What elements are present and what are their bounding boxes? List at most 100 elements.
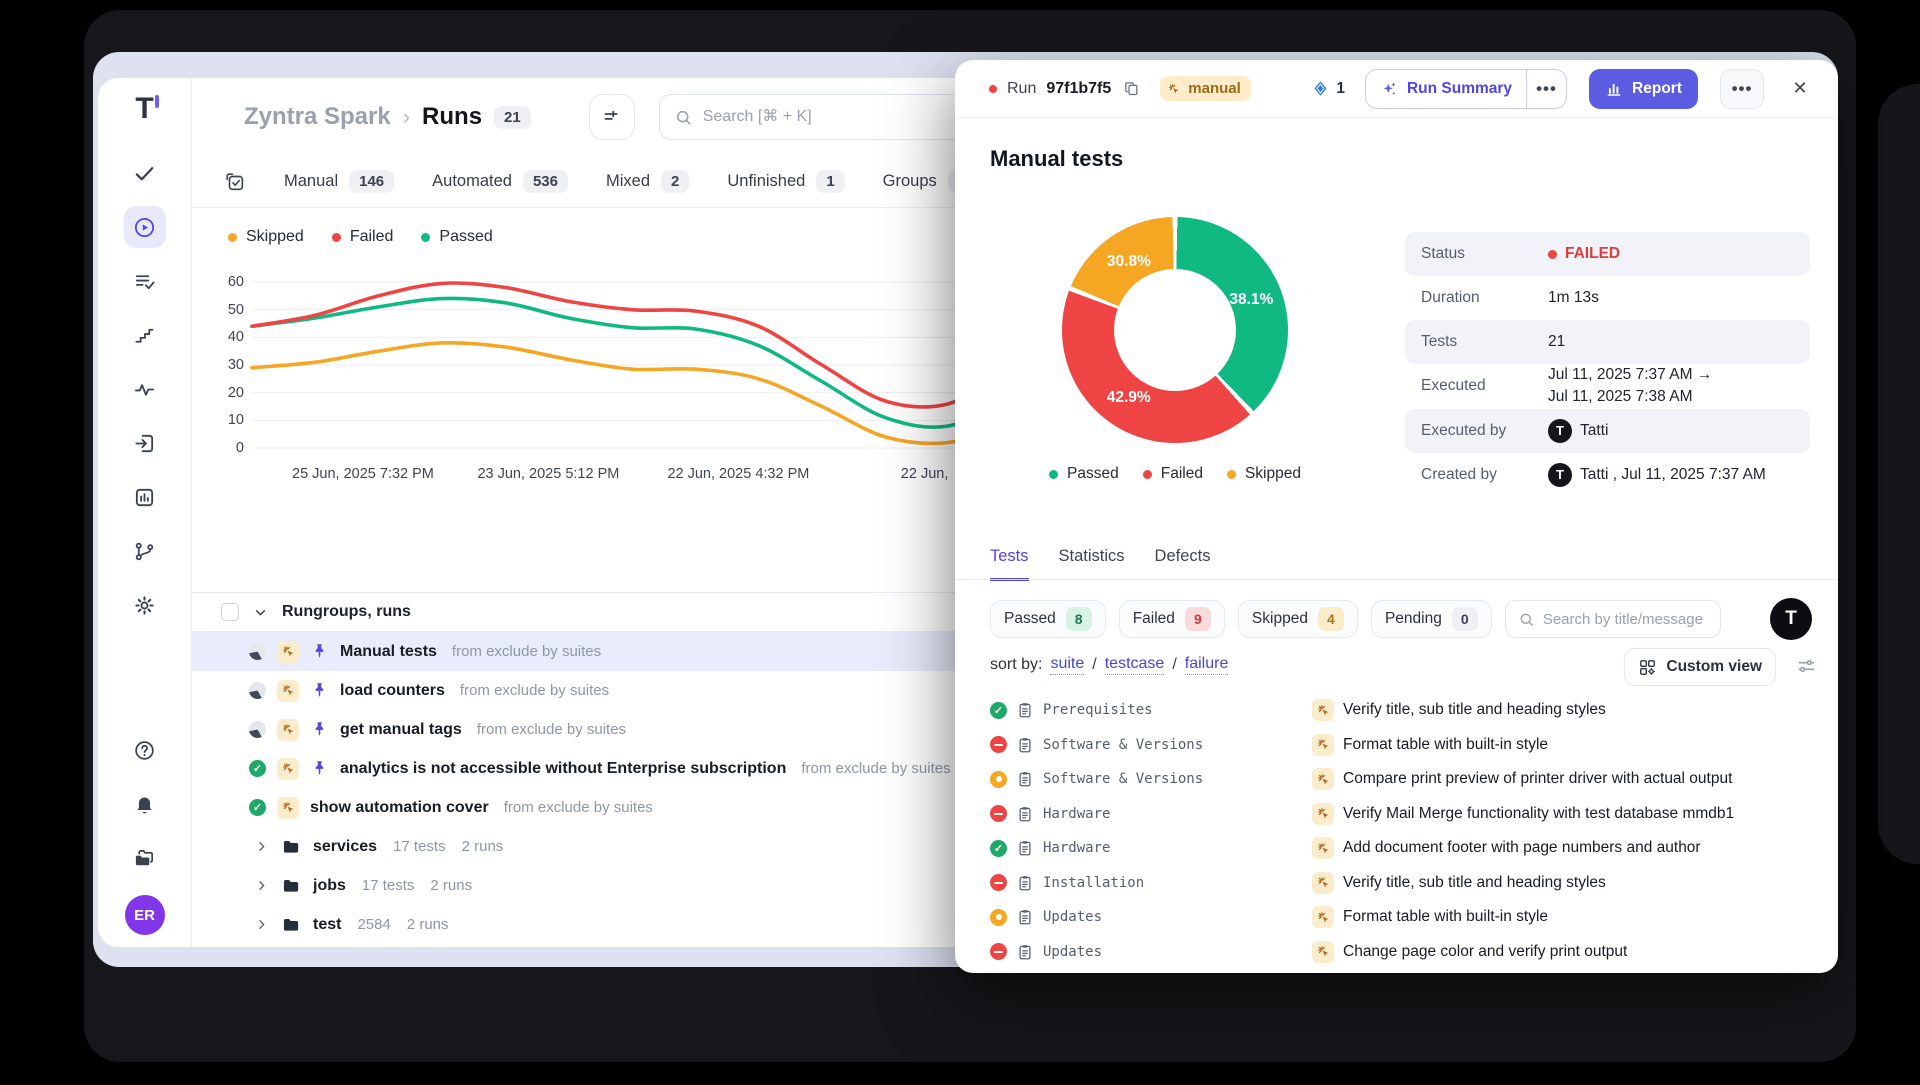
sidebar-item-milestones[interactable]: [124, 314, 166, 356]
assignee-avatar[interactable]: T: [1770, 598, 1812, 640]
test-row[interactable]: Hardware Add document footer with page n…: [990, 831, 1830, 866]
test-row[interactable]: Updates Change page color and verify pri…: [990, 935, 1830, 970]
close-panel-button[interactable]: ✕: [1782, 69, 1818, 109]
run-source: from exclude by suites: [477, 721, 626, 738]
test-row[interactable]: Hardware Verify Mail Merge functionality…: [990, 797, 1830, 832]
test-title[interactable]: Change page color and verify print outpu…: [1343, 943, 1627, 961]
run-type-tab[interactable]: Automated 536: [432, 170, 568, 193]
clipboard-icon: [1016, 736, 1034, 754]
test-status-icon: [990, 874, 1007, 891]
test-suite[interactable]: Hardware: [1043, 806, 1110, 822]
sidebar-item-plans[interactable]: [124, 260, 166, 302]
folder-name[interactable]: jobs: [313, 877, 346, 895]
run-name[interactable]: load counters: [340, 682, 445, 700]
sliders-icon: [1796, 656, 1816, 676]
copy-run-id-button[interactable]: [1123, 80, 1140, 97]
folder-tests-count: 17 tests: [393, 838, 446, 855]
legend-item[interactable]: Skipped: [228, 228, 304, 246]
test-suite[interactable]: Updates: [1043, 909, 1102, 925]
sidebar-item-tests[interactable]: [124, 152, 166, 194]
chevron-right-icon[interactable]: [254, 917, 269, 932]
select-all-checkbox[interactable]: [221, 603, 239, 621]
sidebar-item-notifications[interactable]: [124, 783, 166, 825]
more-actions-button[interactable]: •••: [1720, 69, 1764, 109]
sidebar-item-analytics[interactable]: [124, 476, 166, 518]
folder-name[interactable]: test: [313, 916, 341, 934]
sidebar-item-branches[interactable]: [124, 530, 166, 572]
report-button[interactable]: Report: [1589, 69, 1698, 109]
test-row[interactable]: Prerequisites Verify title, sub title an…: [990, 693, 1830, 728]
test-title[interactable]: Verify title, sub title and heading styl…: [1343, 701, 1606, 719]
run-name[interactable]: analytics is not accessible without Ente…: [340, 760, 786, 778]
sidebar-item-activity[interactable]: [124, 368, 166, 410]
run-summary-button[interactable]: Run Summary: [1366, 70, 1526, 108]
sidebar-item-settings[interactable]: [124, 584, 166, 626]
jira-link[interactable]: 1: [1311, 79, 1345, 98]
view-settings-button[interactable]: [1796, 656, 1816, 676]
custom-view-button[interactable]: Custom view: [1624, 648, 1776, 686]
play-circle-icon: [133, 216, 156, 239]
test-row[interactable]: Software & Versions Format table with bu…: [990, 728, 1830, 763]
chevron-down-icon[interactable]: [252, 604, 269, 621]
test-suite[interactable]: Updates: [1043, 944, 1102, 960]
panel-tab[interactable]: Statistics: [1059, 547, 1125, 581]
test-suite[interactable]: Prerequisites: [1043, 702, 1153, 718]
test-title[interactable]: Add document footer with page numbers an…: [1343, 839, 1701, 857]
run-type-tab[interactable]: Unfinished 1: [727, 170, 844, 193]
legend-item[interactable]: Failed: [332, 228, 394, 246]
test-suite[interactable]: Software & Versions: [1043, 771, 1203, 787]
legend-dot: [421, 233, 430, 242]
sort-link[interactable]: testcase: [1105, 655, 1165, 675]
manual-run-icon: [277, 758, 299, 780]
status-filter-chip[interactable]: Skipped 4: [1238, 600, 1358, 638]
sort-link[interactable]: suite: [1050, 655, 1084, 675]
legend-item[interactable]: Passed: [421, 228, 492, 246]
status-filter-chip[interactable]: Failed 9: [1119, 600, 1225, 638]
sidebar-item-projects[interactable]: [124, 837, 166, 879]
test-row[interactable]: Software & Versions Compare print previe…: [990, 762, 1830, 797]
sidebar-item-runs[interactable]: [124, 206, 166, 248]
run-type-tab[interactable]: Manual 146: [284, 170, 394, 193]
breadcrumb-project[interactable]: Zyntra Spark: [244, 103, 391, 131]
bell-icon: [133, 793, 156, 816]
check-icon: [133, 162, 156, 185]
legend-label: Failed: [350, 228, 394, 246]
test-title[interactable]: Format table with built-in style: [1343, 908, 1548, 926]
status-filter-chip[interactable]: Passed 8: [990, 600, 1106, 638]
folder-runs-count: 2 runs: [462, 838, 504, 855]
test-row[interactable]: Installation Verify title, sub title and…: [990, 866, 1830, 901]
run-name[interactable]: Manual tests: [340, 643, 437, 661]
trend-plot: [252, 278, 1012, 454]
search-input[interactable]: [703, 108, 976, 126]
panel-tab[interactable]: Tests: [990, 547, 1029, 581]
sidebar-item-import[interactable]: [124, 422, 166, 464]
run-name[interactable]: show automation cover: [310, 799, 489, 817]
test-title[interactable]: Verify Mail Merge functionality with tes…: [1343, 805, 1734, 823]
select-all-button[interactable]: [224, 171, 246, 193]
filter-button[interactable]: [589, 94, 635, 140]
folder-icon: [281, 876, 301, 896]
chevron-right-icon[interactable]: [254, 839, 269, 854]
run-name[interactable]: get manual tags: [340, 721, 462, 739]
test-row[interactable]: Updates Format table with built-in style: [990, 900, 1830, 935]
tests-search-input[interactable]: [1543, 611, 1708, 628]
sort-link[interactable]: failure: [1185, 655, 1229, 675]
test-suite[interactable]: Hardware: [1043, 840, 1110, 856]
test-suite[interactable]: Software & Versions: [1043, 737, 1203, 753]
run-status-icon: [249, 721, 266, 738]
folder-name[interactable]: services: [313, 838, 377, 856]
status-filter-chip[interactable]: Pending 0: [1371, 600, 1492, 638]
run-summary-more-button[interactable]: •••: [1526, 70, 1566, 108]
sidebar-item-help[interactable]: [124, 729, 166, 771]
folder-icon: [281, 837, 301, 857]
panel-tab[interactable]: Defects: [1155, 547, 1211, 581]
chevron-right-icon[interactable]: [254, 878, 269, 893]
test-suite[interactable]: Installation: [1043, 875, 1144, 891]
test-title[interactable]: Format table with built-in style: [1343, 736, 1548, 754]
run-type-tab[interactable]: Mixed 2: [606, 170, 689, 193]
app-logo[interactable]: T: [135, 94, 153, 124]
info-value: T Jul 11, 2025 7:37 AM → Jul 11, 2025 7:…: [1548, 364, 1712, 409]
test-title[interactable]: Verify title, sub title and heading styl…: [1343, 874, 1606, 892]
test-title[interactable]: Compare print preview of printer driver …: [1343, 770, 1732, 788]
user-avatar[interactable]: ER: [125, 895, 165, 935]
